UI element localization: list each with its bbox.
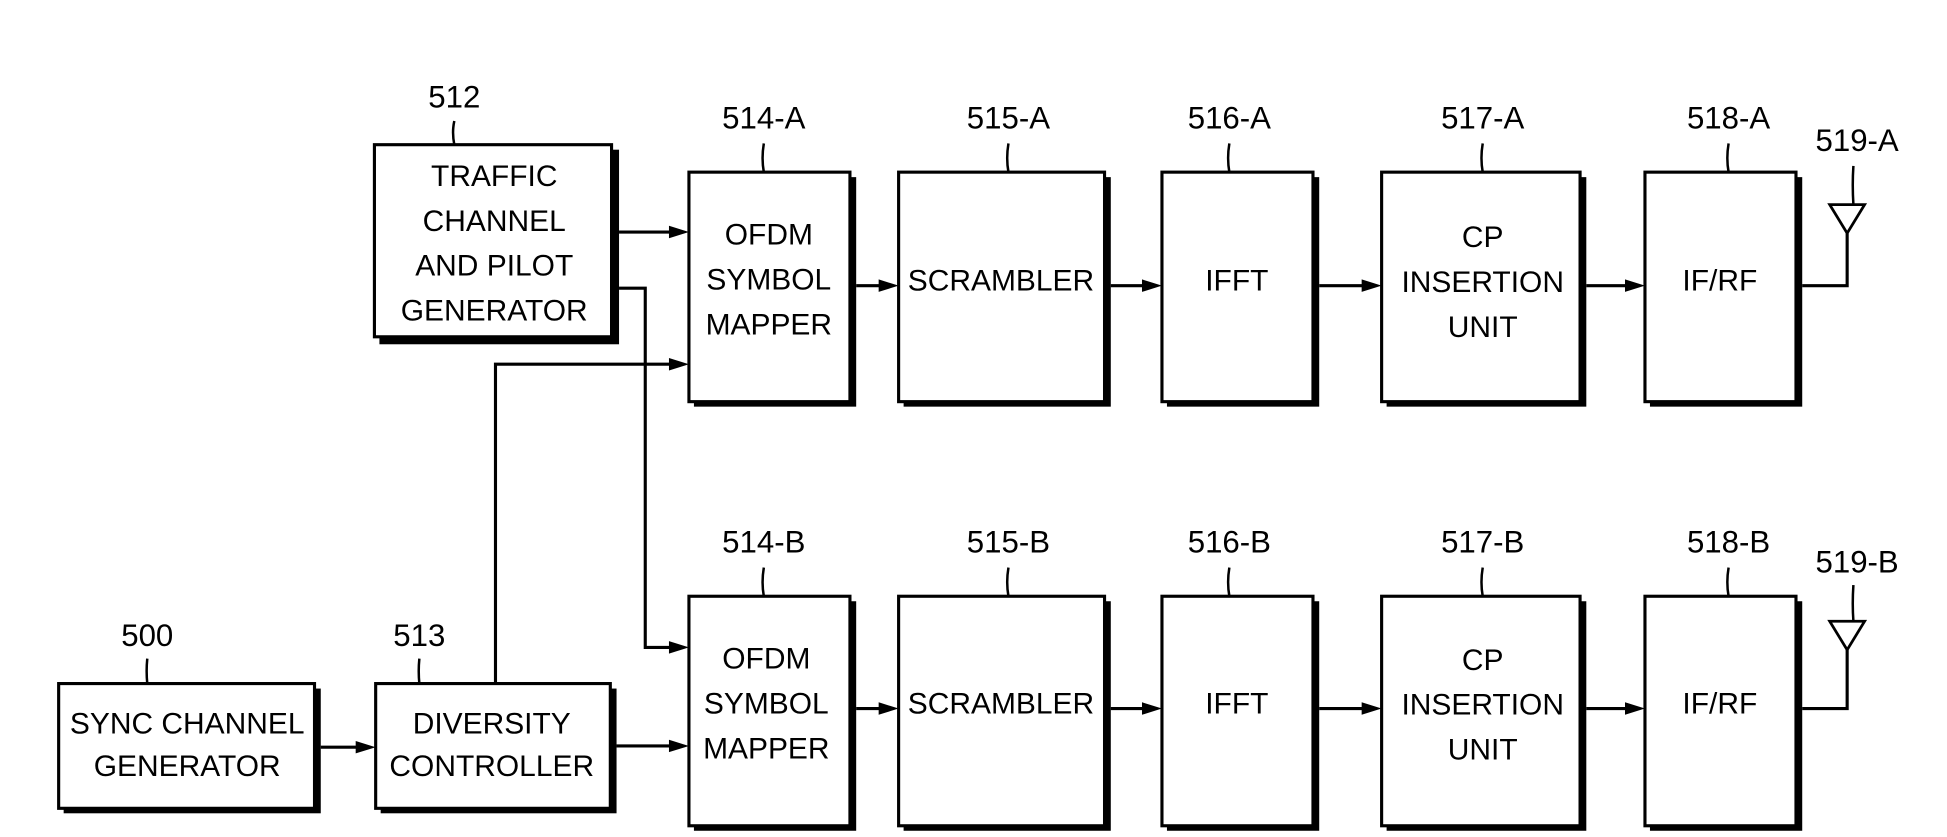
block-label-line: SCRAMBLER — [908, 265, 1094, 298]
svg-text:516-A: 516-A — [1188, 100, 1271, 135]
arrow-icon — [1361, 702, 1382, 715]
block-label-line: CONTROLLER — [389, 750, 594, 783]
ref-label-519-a: 519-A — [1816, 123, 1899, 205]
block-label-line: SYMBOL — [706, 263, 831, 296]
block-label-line: UNIT — [1448, 734, 1518, 767]
svg-text:519-B: 519-B — [1816, 545, 1899, 580]
block-traffic-channel-pilot-generator: TRAFFIC CHANNEL AND PILOT GENERATOR — [372, 143, 620, 345]
block-label-line: AND PILOT — [415, 250, 573, 283]
block-label-line: UNIT — [1448, 311, 1518, 344]
block-label-line: IFFT — [1205, 265, 1268, 298]
block-label-line: DIVERSITY — [413, 707, 571, 740]
block-label-line: IF/RF — [1682, 265, 1757, 298]
arrow-icon — [878, 702, 899, 715]
antenna-b — [1802, 619, 1868, 711]
antenna-icon — [1827, 619, 1868, 653]
svg-text:516-B: 516-B — [1188, 525, 1271, 560]
svg-text:513: 513 — [393, 618, 445, 653]
block-if-rf-a: IF/RF — [1643, 170, 1803, 407]
svg-text:500: 500 — [121, 618, 173, 653]
arrow-icon — [1624, 279, 1645, 292]
arrow-icon — [355, 740, 376, 754]
svg-text:517-A: 517-A — [1441, 100, 1524, 135]
block-label-line: MAPPER — [706, 308, 832, 341]
svg-text:512: 512 — [428, 79, 480, 114]
block-label-line: MAPPER — [703, 732, 829, 765]
block-label-line: OFDM — [722, 643, 810, 676]
arrow-icon — [878, 279, 899, 292]
arrow-icon — [668, 739, 689, 753]
block-label-line: CHANNEL — [423, 205, 566, 238]
svg-text:519-A: 519-A — [1816, 123, 1899, 158]
block-label-line: OFDM — [725, 218, 813, 251]
block-label-line: SYMBOL — [704, 688, 829, 721]
block-label-line: INSERTION — [1401, 689, 1564, 722]
block-label-line: IFFT — [1205, 688, 1268, 721]
ref-label-512: 512 — [428, 79, 480, 145]
svg-text:514-B: 514-B — [722, 525, 805, 560]
svg-text:515-B: 515-B — [967, 525, 1050, 560]
transmitter-block-diagram: TRAFFIC CHANNEL AND PILOT GENERATOR 512 … — [57, 79, 1899, 831]
block-cp-insertion-unit-a: CP INSERTION UNIT — [1380, 170, 1587, 407]
ref-label-513: 513 — [393, 618, 445, 684]
block-label-line: CP — [1462, 644, 1504, 677]
ref-label-518-a: 518-A — [1687, 100, 1770, 173]
block-label-line: INSERTION — [1401, 266, 1564, 299]
block-scrambler-a: SCRAMBLER — [897, 170, 1111, 407]
svg-text:518-A: 518-A — [1687, 100, 1770, 135]
ref-label-514-b: 514-B — [722, 525, 805, 597]
block-label-line: IF/RF — [1682, 688, 1757, 721]
block-ifft-b: IFFT — [1160, 594, 1320, 831]
block-ofdm-symbol-mapper-a: OFDM SYMBOL MAPPER — [687, 170, 857, 407]
ref-label-515-b: 515-B — [967, 525, 1050, 597]
arrow-icon — [1624, 702, 1645, 715]
ref-label-519-b: 519-B — [1816, 545, 1899, 622]
block-label-line: SCRAMBLER — [908, 688, 1094, 721]
arrow-icon — [1141, 702, 1162, 715]
block-ifft-a: IFFT — [1160, 170, 1320, 407]
block-label-line: GENERATOR — [94, 750, 281, 783]
arrow-icon — [668, 225, 689, 239]
ref-label-518-b: 518-B — [1687, 525, 1770, 597]
arrow-icon — [668, 358, 689, 371]
block-if-rf-b: IF/RF — [1643, 594, 1803, 831]
wire-diversity-to-mapper-a — [493, 362, 674, 684]
ref-label-500: 500 — [121, 618, 173, 684]
svg-text:515-A: 515-A — [967, 100, 1050, 135]
block-label-line: TRAFFIC — [431, 160, 557, 193]
ref-label-514-a: 514-A — [722, 100, 806, 173]
block-sync-channel-generator: SYNC CHANNEL GENERATOR — [57, 682, 321, 814]
ref-label-517-b: 517-B — [1441, 525, 1524, 597]
svg-text:514-A: 514-A — [722, 100, 805, 135]
block-ofdm-symbol-mapper-b: OFDM SYMBOL MAPPER — [687, 594, 857, 831]
wire-traffic-to-mapper-b — [619, 286, 674, 649]
block-label-line: GENERATOR — [401, 295, 588, 328]
block-scrambler-b: SCRAMBLER — [897, 594, 1111, 831]
block-label-line: SYNC CHANNEL — [70, 707, 305, 740]
arrow-icon — [1361, 279, 1382, 292]
svg-text:517-B: 517-B — [1441, 525, 1524, 560]
block-cp-insertion-unit-b: CP INSERTION UNIT — [1380, 594, 1587, 831]
block-diversity-controller: DIVERSITY CONTROLLER — [374, 682, 617, 814]
arrow-icon — [1141, 279, 1162, 292]
ref-label-516-a: 516-A — [1188, 100, 1271, 173]
ref-label-516-b: 516-B — [1188, 525, 1271, 597]
antenna-a — [1802, 203, 1868, 288]
antenna-icon — [1827, 203, 1868, 236]
arrow-icon — [668, 641, 689, 654]
block-label-line: CP — [1462, 221, 1504, 254]
svg-text:518-B: 518-B — [1687, 525, 1770, 560]
ref-label-515-a: 515-A — [967, 100, 1050, 173]
ref-label-517-a: 517-A — [1441, 100, 1525, 173]
